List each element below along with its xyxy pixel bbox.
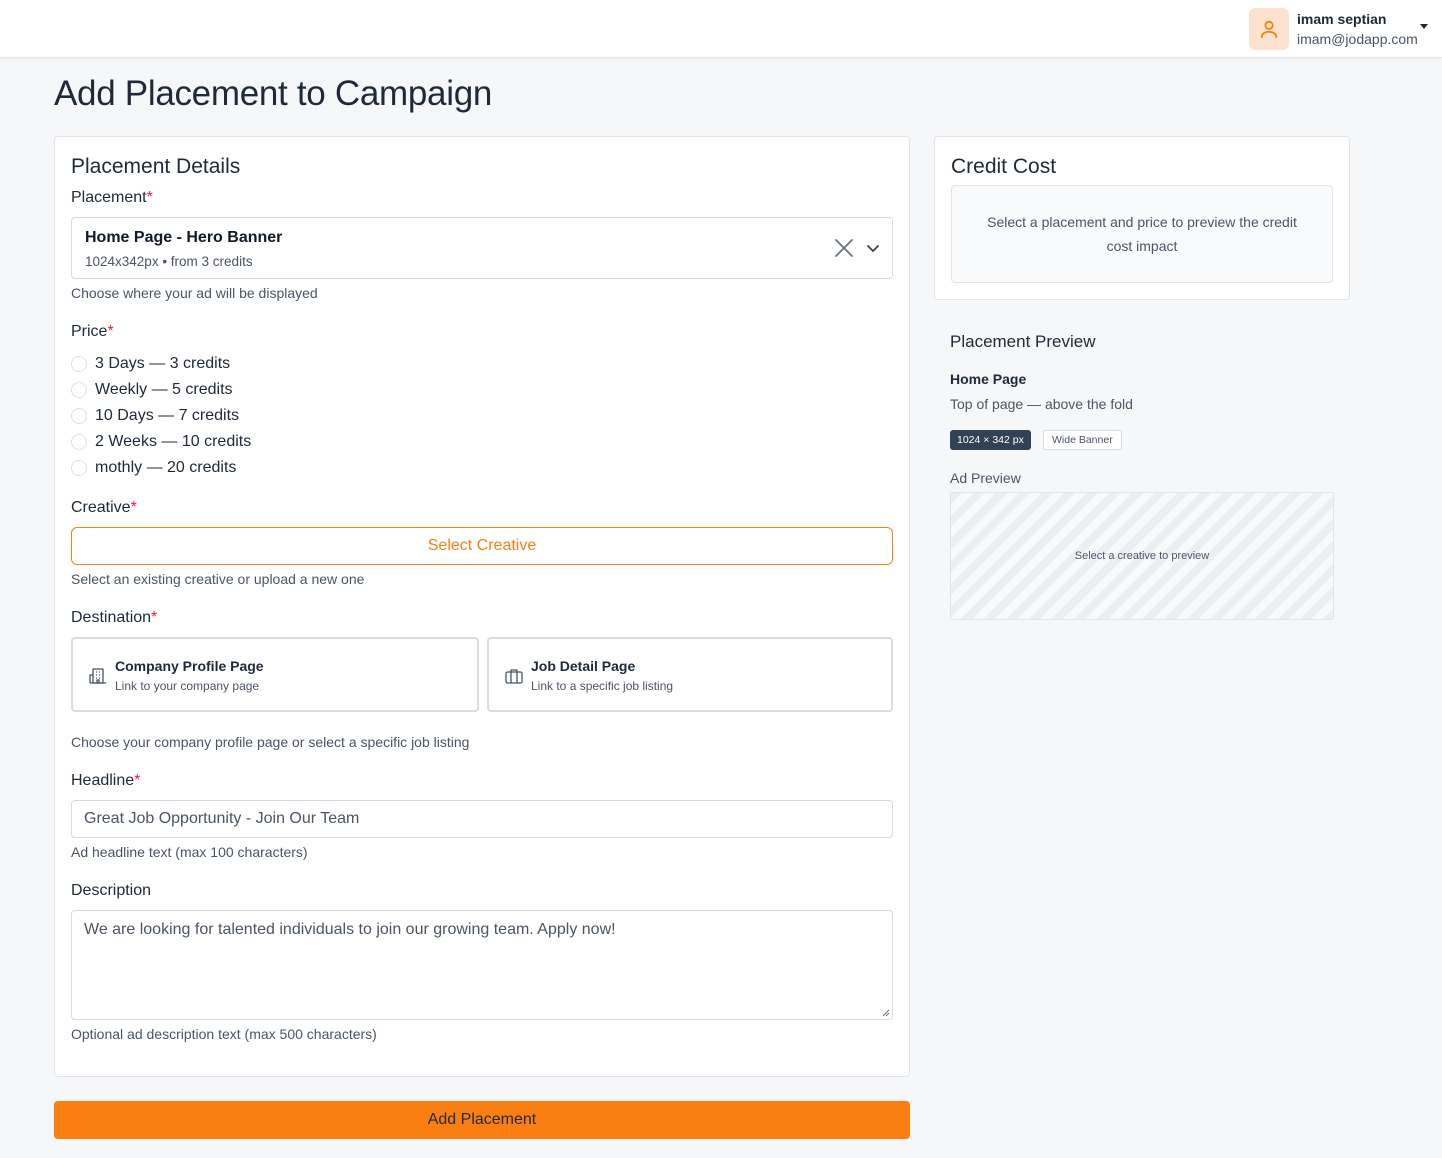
- credit-cost-card: Credit Cost Select a placement and price…: [934, 136, 1350, 300]
- price-option-label: 2 Weeks — 10 credits: [95, 433, 252, 450]
- user-menu[interactable]: imam septian imam@jodapp.com: [1249, 8, 1418, 50]
- destination-label: Destination*: [71, 609, 158, 626]
- placement-select[interactable]: Home Page - Hero Banner 1024x342px • fro…: [71, 217, 893, 279]
- destination-company-profile[interactable]: Company Profile Page Link to your compan…: [71, 637, 479, 712]
- radio-button[interactable]: [71, 408, 87, 424]
- destination-sub: Link to a specific job listing: [531, 679, 674, 693]
- ad-preview-area: Select a creative to preview: [950, 492, 1334, 620]
- required-mark: *: [151, 609, 158, 626]
- destination-help: Choose your company profile page or sele…: [71, 734, 470, 750]
- type-badge: Wide Banner: [1043, 430, 1122, 450]
- description-textarea[interactable]: We are looking for talented individuals …: [71, 910, 893, 1020]
- user-email: imam@jodapp.com: [1297, 31, 1418, 47]
- avatar: [1249, 8, 1289, 50]
- close-icon[interactable]: [833, 237, 855, 259]
- radio-button[interactable]: [71, 460, 87, 476]
- preview-page-name: Home Page: [950, 371, 1027, 387]
- ad-preview-placeholder: Select a creative to preview: [1074, 550, 1210, 562]
- radio-button[interactable]: [71, 356, 87, 372]
- chevron-down-icon[interactable]: [865, 240, 881, 256]
- ad-preview-label: Ad Preview: [950, 470, 1021, 486]
- user-name: imam septian: [1297, 11, 1387, 27]
- description-help: Optional ad description text (max 500 ch…: [71, 1026, 377, 1042]
- user-icon: [1260, 20, 1278, 39]
- price-option-label: 10 Days — 7 credits: [95, 407, 240, 424]
- creative-help: Select an existing creative or upload a …: [71, 571, 365, 587]
- price-option[interactable]: mothly — 20 credits: [71, 457, 236, 479]
- required-mark: *: [146, 189, 153, 206]
- placement-selected-title: Home Page - Hero Banner: [85, 229, 283, 246]
- credit-cost-message: Select a placement and price to preview …: [951, 185, 1333, 283]
- required-mark: *: [134, 772, 141, 789]
- radio-button[interactable]: [71, 434, 87, 450]
- creative-label: Creative*: [71, 499, 137, 516]
- headline-input[interactable]: Great Job Opportunity - Join Our Team: [71, 800, 893, 838]
- placement-help: Choose where your ad will be displayed: [71, 285, 318, 301]
- placement-label: Placement*: [71, 189, 153, 206]
- preview-position: Top of page — above the fold: [950, 396, 1133, 412]
- price-option[interactable]: 10 Days — 7 credits: [71, 405, 239, 427]
- description-label: Description: [71, 882, 152, 899]
- price-option-label: mothly — 20 credits: [95, 459, 237, 476]
- credit-cost-title: Credit Cost: [951, 155, 1057, 178]
- price-label: Price*: [71, 323, 114, 340]
- price-option-label: 3 Days — 3 credits: [95, 355, 231, 372]
- placement-details-card: Placement Details Placement* Home Page -…: [54, 136, 910, 1077]
- price-option[interactable]: Weekly — 5 credits: [71, 379, 233, 401]
- headline-label: Headline*: [71, 772, 141, 789]
- placement-preview-title: Placement Preview: [950, 332, 1096, 351]
- briefcase-icon: [505, 669, 523, 684]
- destination-sub: Link to your company page: [115, 679, 260, 693]
- price-option[interactable]: 3 Days — 3 credits: [71, 353, 230, 375]
- placement-selected-sub: 1024x342px • from 3 credits: [85, 254, 253, 269]
- price-option[interactable]: 2 Weeks — 10 credits: [71, 431, 251, 453]
- resize-handle-icon[interactable]: [882, 1009, 890, 1017]
- headline-help: Ad headline text (max 100 characters): [71, 844, 308, 860]
- destination-job-detail[interactable]: Job Detail Page Link to a specific job l…: [487, 637, 893, 712]
- radio-button[interactable]: [71, 382, 87, 398]
- required-mark: *: [107, 323, 114, 340]
- select-creative-button[interactable]: Select Creative: [71, 527, 893, 565]
- caret-down-icon[interactable]: [1420, 24, 1428, 29]
- price-option-label: Weekly — 5 credits: [95, 381, 233, 398]
- top-bar: imam septian imam@jodapp.com: [0, 0, 1442, 58]
- destination-title: Company Profile Page: [115, 658, 264, 674]
- add-placement-button[interactable]: Add Placement: [54, 1101, 910, 1139]
- destination-title: Job Detail Page: [531, 658, 636, 674]
- building-icon: [89, 668, 106, 684]
- description-value: We are looking for talented individuals …: [84, 921, 616, 938]
- section-title: Placement Details: [71, 155, 241, 178]
- required-mark: *: [130, 499, 137, 516]
- page-title: Add Placement to Campaign: [54, 74, 493, 113]
- size-badge: 1024 × 342 px: [950, 430, 1031, 450]
